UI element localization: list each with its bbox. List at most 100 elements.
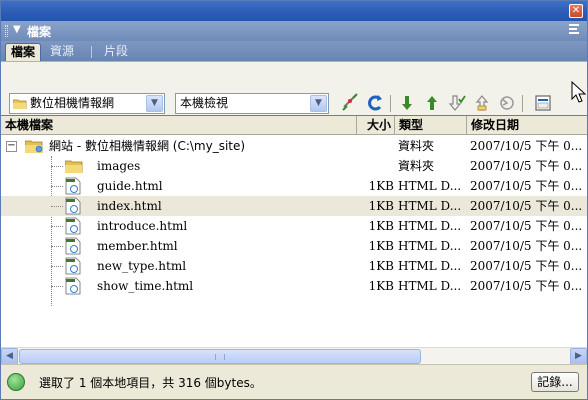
html-file-icon <box>65 217 81 235</box>
file-date: 2007/10/5 下午 0... <box>470 159 583 173</box>
status-text: 選取了 1 個本地項目，共 316 個bytes。 <box>39 376 262 390</box>
site-folder-icon <box>25 140 43 153</box>
files-panel-window: ✕ ▼ 檔案 檔案 資源 片段 數位相機情報網 ▼ 本機檢視 ▼ 本機檔案 大小… <box>0 0 588 400</box>
column-header-size[interactable]: 大小 <box>357 116 395 135</box>
expand-icon[interactable] <box>533 93 553 113</box>
file-name: guide.html <box>97 179 163 193</box>
files-toolbar: 數位相機情報網 ▼ 本機檢視 ▼ <box>1 61 587 115</box>
site-root-type: 資料夾 <box>398 139 435 153</box>
file-date: 2007/10/5 下午 0... <box>470 259 583 273</box>
html-file-icon <box>65 257 81 275</box>
status-bar: 選取了 1 個本地項目，共 316 個bytes。 記錄... <box>1 364 587 399</box>
tree-line <box>51 166 63 167</box>
file-size: 1KB <box>368 239 394 253</box>
mouse-cursor-icon <box>571 81 587 103</box>
folder-icon <box>65 160 83 173</box>
site-root-name: 網站 - 數位相機情報網 (C:\my_site) <box>49 139 246 153</box>
file-date: 2007/10/5 下午 0... <box>470 199 583 213</box>
check-in-icon[interactable] <box>472 93 492 113</box>
collapse-arrow-icon[interactable]: ▼ <box>13 24 21 35</box>
file-type: HTML D... <box>398 179 462 193</box>
toolbar-divider <box>522 95 523 112</box>
scrollbar-thumb[interactable] <box>19 349 421 364</box>
file-type: HTML D... <box>398 259 462 273</box>
file-name: introduce.html <box>97 219 188 233</box>
list-item[interactable]: images 資料夾 2007/10/5 下午 0... <box>1 156 587 176</box>
file-name: images <box>97 159 141 173</box>
html-file-icon <box>65 277 81 295</box>
html-file-icon <box>65 197 81 215</box>
chevron-down-icon[interactable]: ▼ <box>146 95 163 112</box>
chevron-right-icon: ▶ <box>575 351 582 361</box>
file-size: 1KB <box>368 279 394 293</box>
list-item[interactable]: guide.html 1KB HTML D... 2007/10/5 下午 0.… <box>1 176 587 196</box>
file-type: HTML D... <box>398 199 462 213</box>
panel-options-icon[interactable] <box>569 24 581 36</box>
file-type: 資料夾 <box>398 159 435 173</box>
collapse-toggle-icon[interactable]: − <box>6 141 17 152</box>
column-header-name[interactable]: 本機檔案 <box>1 116 357 135</box>
column-header-row: 本機檔案 大小 類型 修改日期 <box>1 116 587 135</box>
tree-line <box>51 286 63 287</box>
refresh-icon[interactable] <box>365 93 385 113</box>
list-item[interactable]: introduce.html 1KB HTML D... 2007/10/5 下… <box>1 216 587 236</box>
file-date: 2007/10/5 下午 0... <box>470 239 583 253</box>
file-date: 2007/10/5 下午 0... <box>470 279 583 293</box>
file-size: 1KB <box>368 259 394 273</box>
site-folder-icon <box>13 99 27 109</box>
site-select[interactable]: 數位相機情報網 ▼ <box>9 93 165 114</box>
html-file-icon <box>65 177 81 195</box>
put-file-icon[interactable] <box>422 93 442 113</box>
file-list[interactable]: 本機檔案 大小 類型 修改日期 − 網站 - 數位相機情報網 (C:\my_si… <box>1 115 587 347</box>
list-item[interactable]: show_time.html 1KB HTML D... 2007/10/5 下… <box>1 276 587 296</box>
synchronize-icon[interactable] <box>497 93 517 113</box>
file-size: 1KB <box>368 179 394 193</box>
scroll-right-button[interactable]: ▶ <box>570 348 587 365</box>
file-date: 2007/10/5 下午 0... <box>470 179 583 193</box>
tab-files[interactable]: 檔案 <box>5 43 42 61</box>
tab-assets[interactable]: 資源 <box>45 43 79 61</box>
status-globe-icon <box>7 373 25 391</box>
chevron-left-icon: ◀ <box>6 351 13 361</box>
file-type: HTML D... <box>398 239 462 253</box>
panel-grip-icon[interactable] <box>5 25 8 37</box>
tree-line <box>51 186 63 187</box>
tab-snippets[interactable]: 片段 <box>99 43 133 61</box>
close-icon: ✕ <box>571 5 581 16</box>
file-size: 1KB <box>368 219 394 233</box>
site-root-row[interactable]: − 網站 - 數位相機情報網 (C:\my_site) 資料夾 2007/10/… <box>1 136 587 156</box>
chevron-down-icon[interactable]: ▼ <box>310 95 327 112</box>
panel-title[interactable]: 檔案 <box>27 23 51 40</box>
tab-divider <box>91 46 92 58</box>
tree-line <box>51 226 63 227</box>
html-file-icon <box>65 237 81 255</box>
column-header-date[interactable]: 修改日期 <box>467 116 587 135</box>
check-out-icon[interactable] <box>447 93 467 113</box>
scroll-left-button[interactable]: ◀ <box>1 348 18 365</box>
toolbar-divider <box>390 95 391 112</box>
title-bar[interactable]: ✕ <box>1 1 587 21</box>
get-file-icon[interactable] <box>397 93 417 113</box>
site-select-value: 數位相機情報網 <box>30 96 115 110</box>
list-item[interactable]: new_type.html 1KB HTML D... 2007/10/5 下午… <box>1 256 587 276</box>
file-type: HTML D... <box>398 279 462 293</box>
log-button[interactable]: 記錄... <box>531 372 579 392</box>
tree-line <box>51 246 63 247</box>
horizontal-scrollbar[interactable]: ◀ ▶ <box>1 347 587 365</box>
file-name: member.html <box>97 239 178 253</box>
list-item[interactable]: member.html 1KB HTML D... 2007/10/5 下午 0… <box>1 236 587 256</box>
connect-icon[interactable] <box>340 93 360 113</box>
close-button[interactable]: ✕ <box>569 4 583 18</box>
tree-line <box>51 266 63 267</box>
list-item-selected[interactable]: index.html 1KB HTML D... 2007/10/5 下午 0.… <box>1 196 587 216</box>
file-name: new_type.html <box>97 259 187 273</box>
column-header-type[interactable]: 類型 <box>395 116 467 135</box>
panel-header[interactable]: ▼ 檔案 <box>1 21 587 41</box>
file-size: 1KB <box>368 199 394 213</box>
file-name: index.html <box>97 199 162 213</box>
tree-line <box>51 206 63 207</box>
site-root-date: 2007/10/5 下午 0... <box>470 139 583 153</box>
view-select[interactable]: 本機檢視 ▼ <box>175 93 329 114</box>
scrollbar-grip-icon <box>215 354 225 360</box>
view-select-value: 本機檢視 <box>180 96 229 110</box>
